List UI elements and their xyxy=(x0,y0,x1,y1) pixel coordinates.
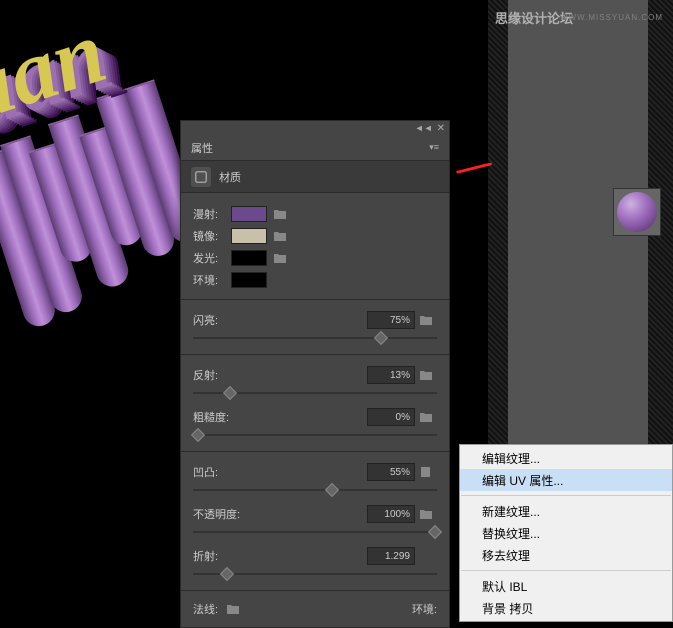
folder-icon[interactable] xyxy=(419,368,437,382)
reflect-slider[interactable] xyxy=(193,387,437,399)
diffuse-label: 漫射: xyxy=(193,206,225,222)
properties-panel: ◄◄ ✕ 属性 ▾≡ 材质 漫射: 镜像: 发光: 环境: xyxy=(180,120,450,628)
bump-slider[interactable] xyxy=(193,484,437,496)
shine-input[interactable]: 75% xyxy=(367,311,415,329)
reflect-input[interactable]: 13% xyxy=(367,366,415,384)
bottom-row: 法线: 环境: xyxy=(181,591,449,627)
material-icon xyxy=(191,167,211,187)
refract-label: 折射: xyxy=(193,548,367,564)
specular-row: 镜像: xyxy=(193,225,437,247)
ambient-label: 环境: xyxy=(193,272,225,288)
doc-icon[interactable] xyxy=(419,465,437,479)
color-section: 漫射: 镜像: 发光: 环境: xyxy=(181,193,449,300)
normal-label: 法线: xyxy=(193,601,218,617)
panel-topbar: ◄◄ ✕ xyxy=(181,121,449,135)
panel-subtitle: 材质 xyxy=(219,169,241,185)
bump-input[interactable]: 55% xyxy=(367,463,415,481)
reflect-label: 反射: xyxy=(193,367,367,383)
menu-separator xyxy=(461,570,671,571)
env-label: 环境: xyxy=(412,601,437,617)
menu-remove-texture[interactable]: 移去纹理 xyxy=(460,544,672,566)
specular-swatch[interactable] xyxy=(231,228,267,244)
ambient-row: 环境: xyxy=(193,269,437,291)
menu-replace-texture[interactable]: 替换纹理... xyxy=(460,522,672,544)
sphere-icon xyxy=(617,192,657,232)
folder-icon[interactable] xyxy=(273,207,289,221)
opacity-input[interactable]: 100% xyxy=(367,505,415,523)
rough-input[interactable]: 0% xyxy=(367,408,415,426)
refract-input[interactable]: 1.299 xyxy=(367,547,415,565)
menu-bg-copy[interactable]: 背景 拷贝 xyxy=(460,597,672,619)
reflect-section: 反射: 13% 粗糙度: 0% xyxy=(181,355,449,452)
refract-slider[interactable] xyxy=(193,568,437,580)
folder-icon[interactable] xyxy=(273,251,289,265)
ambient-swatch[interactable] xyxy=(231,272,267,288)
menu-new-texture[interactable]: 新建纹理... xyxy=(460,500,672,522)
diffuse-row: 漫射: xyxy=(193,203,437,225)
glow-row: 发光: xyxy=(193,247,437,269)
specular-label: 镜像: xyxy=(193,228,225,244)
shine-label: 闪亮: xyxy=(193,312,367,328)
shine-slider[interactable] xyxy=(193,332,437,344)
rough-label: 粗糙度: xyxy=(193,409,367,425)
menu-separator xyxy=(461,495,671,496)
panel-subtitle-bar: 材质 xyxy=(181,161,449,193)
opacity-label: 不透明度: xyxy=(193,506,367,522)
folder-icon[interactable] xyxy=(226,602,242,616)
shine-section: 闪亮: 75% xyxy=(181,300,449,355)
menu-edit-uv[interactable]: 编辑 UV 属性... xyxy=(460,469,672,491)
close-icon[interactable]: ✕ xyxy=(437,123,445,134)
context-menu: 编辑纹理... 编辑 UV 属性... 新建纹理... 替换纹理... 移去纹理… xyxy=(459,444,673,622)
material-preview[interactable] xyxy=(613,188,661,236)
diffuse-swatch[interactable] xyxy=(231,206,267,222)
rough-slider[interactable] xyxy=(193,429,437,441)
collapse-icon[interactable]: ◄◄ xyxy=(415,123,433,133)
glow-label: 发光: xyxy=(193,250,225,266)
bump-label: 凹凸: xyxy=(193,464,367,480)
opacity-slider[interactable] xyxy=(193,526,437,538)
glow-swatch[interactable] xyxy=(231,250,267,266)
panel-menu-icon[interactable]: ▾≡ xyxy=(429,142,439,153)
watermark-en: WWW.MISSYUAN.COM xyxy=(560,13,663,22)
folder-icon[interactable] xyxy=(419,507,437,521)
menu-default-ibl[interactable]: 默认 IBL xyxy=(460,575,672,597)
folder-icon[interactable] xyxy=(273,229,289,243)
bump-section: 凹凸: 55% 不透明度: 100% 折射: 1.299 xyxy=(181,452,449,591)
folder-icon[interactable] xyxy=(419,410,437,424)
menu-edit-texture[interactable]: 编辑纹理... xyxy=(460,447,672,469)
panel-title: 属性 xyxy=(191,140,213,156)
panel-title-bar: 属性 ▾≡ xyxy=(181,135,449,161)
folder-icon[interactable] xyxy=(419,313,437,327)
